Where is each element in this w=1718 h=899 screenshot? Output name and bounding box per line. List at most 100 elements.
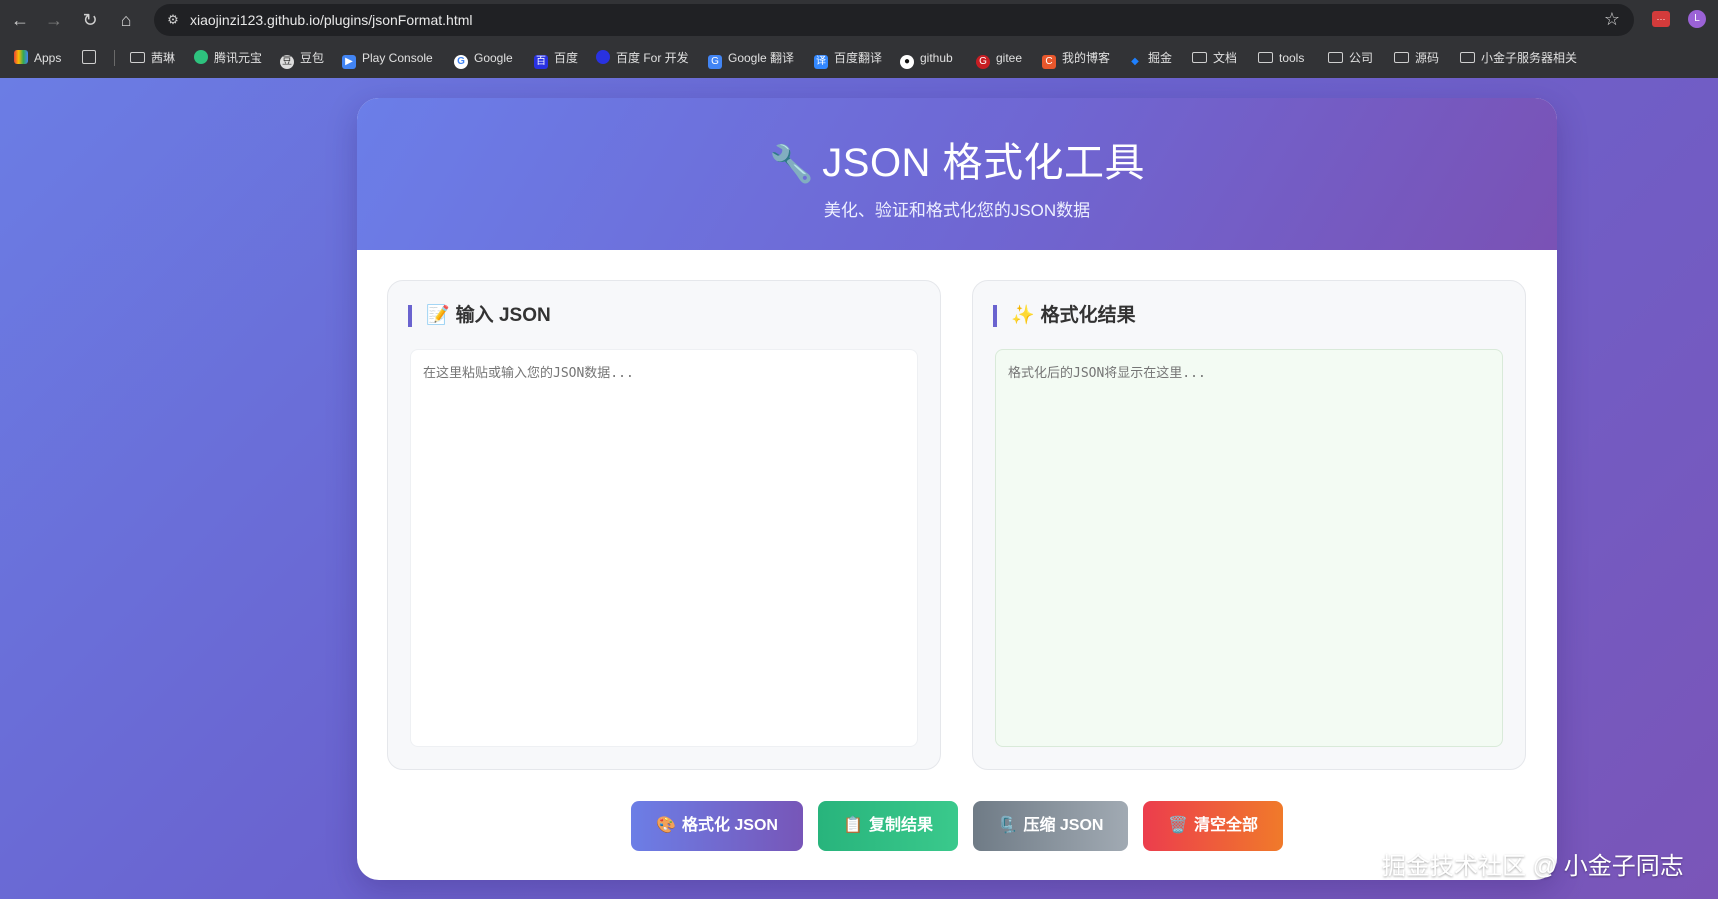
baidu-icon: 百 bbox=[534, 55, 548, 69]
card-header: 🔧 JSON 格式化工具 美化、验证和格式化您的JSON数据 bbox=[357, 98, 1557, 250]
bookmark-label: 文档 bbox=[1213, 51, 1238, 65]
url-text[interactable]: xiaojinzi123.github.io/plugins/jsonForma… bbox=[190, 12, 472, 28]
bookmark-apps[interactable]: Apps bbox=[14, 48, 61, 68]
bookmark-blog[interactable]: C 我的博客 bbox=[1042, 48, 1111, 69]
bookmark-label: Play Console bbox=[362, 51, 433, 65]
bookmark-label: 我的博客 bbox=[1062, 51, 1111, 65]
bookmark-yuanbao[interactable]: 腾讯元宝 bbox=[194, 48, 262, 68]
palette-icon: 🎨 bbox=[656, 817, 676, 834]
bookmark-baidu-dev[interactable]: 百度 For 开发 bbox=[596, 48, 689, 68]
google-icon: G bbox=[454, 55, 468, 69]
reload-icon[interactable]: ↻ bbox=[78, 8, 102, 32]
page-subtitle: 美化、验证和格式化您的JSON数据 bbox=[823, 201, 1091, 220]
bookmark-play-console[interactable]: ▶ Play Console bbox=[342, 48, 433, 69]
bookmark-label: github bbox=[920, 51, 953, 65]
clear-all-button[interactable]: 🗑️ 清空全部 bbox=[1143, 801, 1283, 851]
bookmark-label: 公司 bbox=[1349, 51, 1374, 65]
home-icon[interactable]: ⌂ bbox=[114, 8, 138, 32]
trash-icon: 🗑️ bbox=[1168, 817, 1188, 834]
bookmark-label: 百度 bbox=[554, 51, 579, 65]
bookmark-google-translate[interactable]: G Google 翻译 bbox=[708, 48, 795, 69]
bookmark-label: 小金子服务器相关 bbox=[1481, 51, 1578, 65]
folder-icon bbox=[1192, 52, 1207, 63]
address-bar[interactable]: ⚙ xiaojinzi123.github.io/plugins/jsonFor… bbox=[154, 4, 1634, 36]
page-title: 🔧 JSON 格式化工具 bbox=[357, 130, 1557, 188]
bookmarks-divider bbox=[114, 50, 115, 66]
folder-icon bbox=[1328, 52, 1343, 63]
bookmark-baidu[interactable]: 百百度 bbox=[534, 48, 579, 69]
bookmark-label: 百度 For 开发 bbox=[616, 51, 689, 65]
site-info-icon[interactable]: ⚙ bbox=[164, 11, 182, 29]
github-icon: ● bbox=[900, 55, 914, 69]
bookmark-label: gitee bbox=[996, 51, 1023, 65]
bookmark-qianlin[interactable]: 茜琳 bbox=[130, 48, 175, 68]
bookmark-label: 源码 bbox=[1415, 51, 1440, 65]
bookmark-doubao[interactable]: 豆豆包 bbox=[280, 48, 325, 69]
baidu-translate-icon: 译 bbox=[814, 55, 828, 69]
browser-nav-row: ← → ↻ ⌂ ⚙ xiaojinzi123.github.io/plugins… bbox=[0, 0, 1718, 40]
output-panel: ✨ 格式化结果 bbox=[972, 280, 1526, 770]
clamp-icon: 🗜️ bbox=[997, 817, 1018, 834]
bookmark-label: 茜琳 bbox=[151, 51, 176, 65]
format-json-label: 格式化 JSON bbox=[681, 817, 778, 834]
action-buttons: 🎨 格式化 JSON 📋 复制结果 🗜️ 压缩 JSON 🗑️ 清空全部 bbox=[357, 801, 1557, 851]
bookmark-source[interactable]: 源码 bbox=[1394, 48, 1439, 68]
google-translate-icon: G bbox=[708, 55, 722, 69]
clipboard-icon: 📋 bbox=[843, 817, 863, 834]
json-tool-card: 🔧JSON 格式化工具 美化、验证和格式化您的JSON数据 📝输入 JSON ✨… bbox=[357, 98, 1557, 880]
memo-icon: 📝 bbox=[426, 305, 450, 326]
bookmark-label: 百度翻译 bbox=[834, 51, 883, 65]
clear-all-label: 清空全部 bbox=[1193, 817, 1258, 834]
tab-groups-icon[interactable] bbox=[82, 48, 102, 68]
bookmark-label: Google 翻译 bbox=[728, 51, 795, 65]
json-input-textarea[interactable] bbox=[410, 349, 918, 747]
doubao-icon: 豆 bbox=[280, 55, 294, 69]
bookmark-label: 腾讯元宝 bbox=[214, 51, 263, 65]
wrench-icon: 🔧 bbox=[768, 143, 815, 184]
apps-grid-icon bbox=[14, 50, 28, 64]
bookmark-github[interactable]: ● github bbox=[900, 48, 953, 69]
baidu-dev-icon bbox=[596, 50, 610, 64]
output-panel-title: ✨ 格式化结果 bbox=[993, 305, 1136, 327]
compress-json-label: 压缩 JSON bbox=[1023, 817, 1104, 834]
bookmark-juejin[interactable]: ◆ 掘金 bbox=[1128, 48, 1172, 68]
extension-icon[interactable]: ··· bbox=[1652, 11, 1670, 27]
bookmark-server[interactable]: 小金子服务器相关 bbox=[1460, 48, 1577, 68]
bookmark-label: Apps bbox=[34, 51, 62, 65]
bookmark-company[interactable]: 公司 bbox=[1328, 48, 1373, 68]
browser-toolbar: ← → ↻ ⌂ ⚙ xiaojinzi123.github.io/plugins… bbox=[0, 0, 1718, 78]
bookmarks-bar: Apps 茜琳 腾讯元宝 豆豆包 ▶ Play Console G Google 百… bbox=[0, 44, 1718, 72]
sparkles-icon: ✨ bbox=[1011, 305, 1035, 326]
profile-avatar-icon[interactable]: L bbox=[1688, 10, 1706, 28]
format-json-button[interactable]: 🎨 格式化 JSON bbox=[631, 801, 803, 851]
page-title-text: JSON 格式化工具 bbox=[822, 141, 1146, 185]
bookmark-tools[interactable]: tools bbox=[1258, 48, 1304, 68]
folder-icon bbox=[130, 52, 145, 63]
yuanbao-icon bbox=[194, 50, 208, 64]
play-console-icon: ▶ bbox=[342, 55, 356, 69]
watermark: 掘金技术社区 @ 小金子同志 bbox=[1382, 853, 1684, 880]
folder-icon bbox=[1394, 52, 1409, 63]
forward-arrow-icon[interactable]: → bbox=[42, 8, 66, 32]
bookmark-baidu-translate[interactable]: 译百度翻译 bbox=[814, 48, 883, 69]
output-panel-title-text: 格式化结果 bbox=[1040, 305, 1136, 326]
folder-icon bbox=[1258, 52, 1273, 63]
copy-result-button[interactable]: 📋 复制结果 bbox=[818, 801, 958, 851]
bookmark-label: tools bbox=[1279, 51, 1305, 65]
blog-icon: C bbox=[1042, 55, 1056, 69]
copy-result-label: 复制结果 bbox=[868, 817, 933, 834]
grid-icon bbox=[82, 50, 96, 64]
input-panel-title: 📝 输入 JSON bbox=[408, 305, 551, 327]
bookmark-docs[interactable]: 文档 bbox=[1192, 48, 1237, 68]
bookmark-star-icon[interactable]: ☆ bbox=[1604, 9, 1620, 30]
bookmark-label: 豆包 bbox=[300, 51, 325, 65]
compress-json-button[interactable]: 🗜️ 压缩 JSON bbox=[973, 801, 1128, 851]
input-panel-title-text: 输入 JSON bbox=[455, 305, 551, 326]
gitee-icon: G bbox=[976, 55, 990, 69]
bookmark-google[interactable]: G Google bbox=[454, 48, 513, 69]
folder-icon bbox=[1460, 52, 1475, 63]
juejin-icon: ◆ bbox=[1131, 56, 1139, 67]
bookmark-gitee[interactable]: Ggitee bbox=[976, 48, 1023, 69]
back-arrow-icon[interactable]: ← bbox=[8, 8, 32, 32]
json-output-textarea[interactable] bbox=[995, 349, 1503, 747]
